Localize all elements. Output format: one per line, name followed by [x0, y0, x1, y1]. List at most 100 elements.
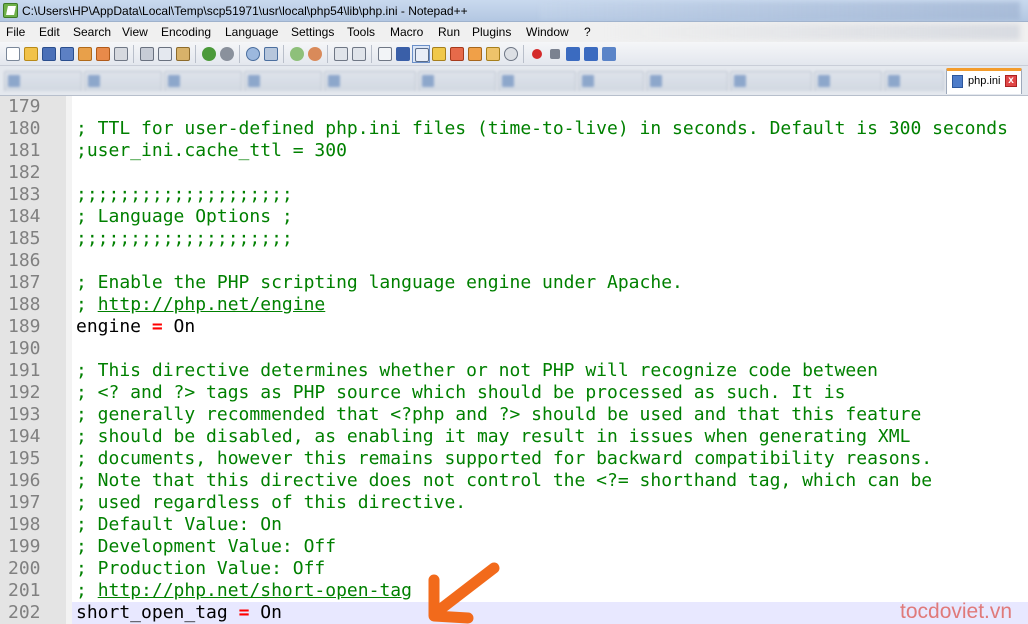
code-line[interactable]: 200 ; Production Value: Off — [0, 558, 1028, 580]
code-line[interactable]: 190 — [0, 338, 1028, 360]
menu-window[interactable]: Window — [526, 22, 569, 42]
menu-language[interactable]: Language — [225, 22, 278, 42]
tab-blurred[interactable] — [418, 71, 496, 91]
menu-help[interactable]: ? — [584, 22, 591, 42]
redo-icon[interactable] — [218, 45, 236, 63]
menu-view[interactable]: View — [122, 22, 148, 42]
fold-margin[interactable] — [66, 382, 72, 404]
code-line[interactable]: 182 — [0, 162, 1028, 184]
code-link[interactable]: http://php.net/engine — [98, 294, 326, 315]
code-line[interactable]: 194 ; should be disabled, as enabling it … — [0, 426, 1028, 448]
fold-margin[interactable] — [66, 228, 72, 250]
fold-margin[interactable] — [66, 162, 72, 184]
code-line[interactable]: 180 ; TTL for user-defined php.ini files … — [0, 118, 1028, 140]
fold-margin[interactable] — [66, 580, 72, 602]
code-line[interactable]: 179 — [0, 96, 1028, 118]
fold-margin[interactable] — [66, 96, 72, 118]
fold-margin[interactable] — [66, 514, 72, 536]
fold-margin[interactable] — [66, 536, 72, 558]
fold-margin[interactable] — [66, 118, 72, 140]
run-macro-multiple-icon[interactable] — [582, 45, 600, 63]
zoom-out-icon[interactable] — [306, 45, 324, 63]
paste-icon[interactable] — [174, 45, 192, 63]
code-link[interactable]: http://php.net/short-open-tag — [98, 580, 412, 601]
menu-file[interactable]: File — [6, 22, 25, 42]
open-file-icon[interactable] — [22, 45, 40, 63]
code-line[interactable]: 184 ; Language Options ; — [0, 206, 1028, 228]
save-macro-icon[interactable] — [600, 45, 618, 63]
fold-margin[interactable] — [66, 250, 72, 272]
record-macro-icon[interactable] — [528, 45, 546, 63]
find-icon[interactable] — [244, 45, 262, 63]
new-file-icon[interactable] — [4, 45, 22, 63]
fold-margin[interactable] — [66, 558, 72, 580]
code-line[interactable]: 193 ; generally recommended that <?php an… — [0, 404, 1028, 426]
menu-plugins[interactable]: Plugins — [472, 22, 511, 42]
word-wrap-icon[interactable] — [376, 45, 394, 63]
menu-edit[interactable]: Edit — [39, 22, 60, 42]
tab-blurred[interactable] — [324, 71, 416, 91]
tab-blurred[interactable] — [84, 71, 162, 91]
tab-blurred[interactable] — [498, 71, 576, 91]
sync-v-icon[interactable] — [332, 45, 350, 63]
fold-margin[interactable] — [66, 448, 72, 470]
code-line[interactable]: 181 ;user_ini.cache_ttl = 300 — [0, 140, 1028, 162]
copy-icon[interactable] — [156, 45, 174, 63]
fold-margin[interactable] — [66, 426, 72, 448]
tab-blurred[interactable] — [646, 71, 728, 91]
code-line[interactable]: 201; http://php.net/short-open-tag — [0, 580, 1028, 602]
tab-blurred[interactable] — [730, 71, 812, 91]
code-line[interactable]: 191 ; This directive determines whether o… — [0, 360, 1028, 382]
code-line[interactable]: 196 ; Note that this directive does not c… — [0, 470, 1028, 492]
fold-margin[interactable] — [66, 316, 72, 338]
code-line[interactable]: 185;;;;;;;;;;;;;;;;;;;; — [0, 228, 1028, 250]
code-line[interactable]: 188; http://php.net/engine — [0, 294, 1028, 316]
undo-icon[interactable] — [200, 45, 218, 63]
function-list-icon[interactable] — [466, 45, 484, 63]
fold-margin[interactable] — [66, 294, 72, 316]
tab-blurred[interactable] — [814, 71, 882, 91]
menu-encoding[interactable]: Encoding — [161, 22, 211, 42]
code-line[interactable]: 195 ; documents, however this remains sup… — [0, 448, 1028, 470]
cut-icon[interactable] — [138, 45, 156, 63]
fold-margin[interactable] — [66, 338, 72, 360]
menu-run[interactable]: Run — [438, 22, 460, 42]
fold-margin[interactable] — [66, 140, 72, 162]
doc-map-icon[interactable] — [448, 45, 466, 63]
code-line[interactable]: 187 ; Enable the PHP scripting language e… — [0, 272, 1028, 294]
tab-php-ini[interactable]: php.ini x — [946, 68, 1022, 94]
save-all-icon[interactable] — [58, 45, 76, 63]
code-editor[interactable]: 179 180 ; TTL for user-defined php.ini fil… — [0, 96, 1028, 624]
fold-margin[interactable] — [66, 404, 72, 426]
code-line[interactable]: 189 engine = On — [0, 316, 1028, 338]
code-line[interactable]: 183;;;;;;;;;;;;;;;;;;;; — [0, 184, 1028, 206]
stop-macro-icon[interactable] — [546, 45, 564, 63]
tab-blurred[interactable] — [578, 71, 644, 91]
menu-macro[interactable]: Macro — [390, 22, 423, 42]
save-icon[interactable] — [40, 45, 58, 63]
code-line[interactable]: 192 ; <? and ?> tags as PHP source which … — [0, 382, 1028, 404]
lang-define-icon[interactable] — [430, 45, 448, 63]
fold-margin[interactable] — [66, 184, 72, 206]
close-icon[interactable] — [76, 45, 94, 63]
code-line[interactable]: 202 short_open_tag = On — [0, 602, 1028, 624]
fold-margin[interactable] — [66, 360, 72, 382]
tab-blurred[interactable] — [164, 71, 242, 91]
fold-margin[interactable] — [66, 602, 72, 624]
indent-guide-icon[interactable] — [412, 45, 430, 63]
menu-tools[interactable]: Tools — [347, 22, 375, 42]
code-line[interactable]: 197 ; used regardless of this directive. — [0, 492, 1028, 514]
tab-close-icon[interactable]: x — [1005, 75, 1017, 87]
code-line[interactable]: 199 ; Development Value: Off — [0, 536, 1028, 558]
print-icon[interactable] — [112, 45, 130, 63]
close-all-icon[interactable] — [94, 45, 112, 63]
menu-settings[interactable]: Settings — [291, 22, 334, 42]
fold-margin[interactable] — [66, 492, 72, 514]
fold-margin[interactable] — [66, 206, 72, 228]
fold-margin[interactable] — [66, 272, 72, 294]
replace-icon[interactable] — [262, 45, 280, 63]
tab-blurred[interactable] — [4, 71, 82, 91]
folder-workspace-icon[interactable] — [484, 45, 502, 63]
play-macro-icon[interactable] — [564, 45, 582, 63]
menu-search[interactable]: Search — [73, 22, 111, 42]
